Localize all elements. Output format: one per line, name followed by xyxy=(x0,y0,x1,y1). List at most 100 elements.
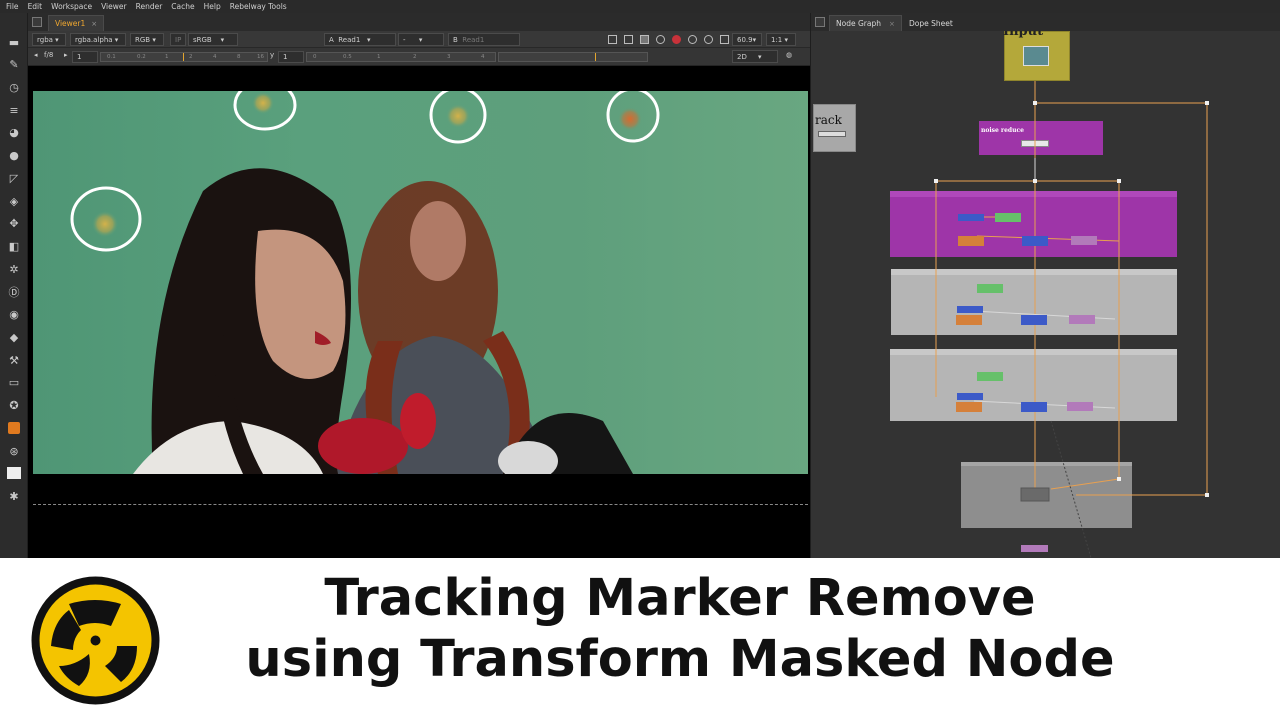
colorspace-dropdown[interactable]: sRGB ▾ xyxy=(188,33,238,46)
refresh-icon[interactable] xyxy=(688,35,697,44)
proxy-icon[interactable] xyxy=(624,35,633,44)
plugin-tool-icon[interactable]: ⊛ xyxy=(6,444,22,458)
menu-workspace[interactable]: Workspace xyxy=(51,2,92,11)
viewer-canvas[interactable] xyxy=(28,66,810,558)
gamma-tick: 2 xyxy=(413,54,417,60)
gain-tick: 1 xyxy=(165,54,169,60)
pane-menu-icon[interactable] xyxy=(815,17,825,27)
3d-tool-icon[interactable]: ◧ xyxy=(6,239,22,253)
roi-icon[interactable] xyxy=(608,35,617,44)
time-tool-icon[interactable]: ◷ xyxy=(6,80,22,94)
merge-tool-icon[interactable]: ◈ xyxy=(6,194,22,208)
fullscreen-icon[interactable] xyxy=(720,35,729,44)
fstop-label: f/8 xyxy=(44,51,54,59)
color-tool-icon[interactable]: ◕ xyxy=(6,125,22,139)
tab-dope-sheet[interactable]: Dope Sheet xyxy=(903,15,959,31)
cryptomatte-tool-icon[interactable]: ✱ xyxy=(6,489,22,503)
filter-tool-icon[interactable]: ● xyxy=(6,148,22,162)
gain-tick: 0.1 xyxy=(107,54,116,60)
alpha-channel-value: rgba.alpha xyxy=(75,35,113,44)
input-a-dropdown[interactable]: A Read1 ▾ xyxy=(324,33,396,46)
close-icon[interactable]: × xyxy=(91,20,97,28)
record-icon[interactable] xyxy=(672,35,681,44)
views-tool-icon[interactable]: ◉ xyxy=(6,307,22,321)
other-tool-icon[interactable]: ▭ xyxy=(6,375,22,389)
menu-edit[interactable]: Edit xyxy=(28,2,43,11)
tab-viewer1-label: Viewer1 xyxy=(55,19,86,28)
gamma-tick: 4 xyxy=(481,54,485,60)
tracking-marker xyxy=(92,211,118,237)
close-icon[interactable]: × xyxy=(889,20,895,28)
particles-tool-icon[interactable]: ✲ xyxy=(6,262,22,276)
gamma-slider[interactable]: 0 0.5 1 2 3 4 xyxy=(306,52,496,62)
metadata-tool-icon[interactable]: ◆ xyxy=(6,330,22,344)
channels-value: rgba xyxy=(37,35,53,44)
pause-icon[interactable] xyxy=(656,35,665,44)
tab-node-graph[interactable]: Node Graph × xyxy=(829,15,902,31)
pane-menu-icon[interactable] xyxy=(32,17,42,27)
input-b-dropdown[interactable]: B Read1 xyxy=(448,33,520,46)
gain-value: 1 xyxy=(77,53,82,61)
channels-dropdown[interactable]: rgba ▾ xyxy=(32,33,66,46)
node-connections xyxy=(934,81,1209,558)
channel-tool-icon[interactable]: ≡ xyxy=(6,103,22,117)
fstop-arrow-icon[interactable]: ▸ xyxy=(64,51,68,59)
gamma-value: 1 xyxy=(283,53,288,61)
menu-rebelway-tools[interactable]: Rebelway Tools xyxy=(230,2,287,11)
tab-node-graph-label: Node Graph xyxy=(836,19,881,28)
menu-viewer[interactable]: Viewer xyxy=(101,2,127,11)
gamma-tick: 0 xyxy=(313,54,317,60)
nuke-logo-icon xyxy=(31,576,160,705)
gamma-input[interactable]: 1 xyxy=(278,51,304,63)
format-boundary xyxy=(33,504,808,505)
toolsets-tool-icon[interactable]: ⚒ xyxy=(6,353,22,367)
title-line-1: Tracking Marker Remove xyxy=(324,569,1036,628)
menu-render[interactable]: Render xyxy=(136,2,163,11)
tab-viewer1[interactable]: Viewer1 × xyxy=(48,15,105,31)
nuke-window: File Edit Workspace Viewer Render Cache … xyxy=(0,0,1280,558)
gain-input[interactable]: 1 xyxy=(72,51,98,63)
gain-tick: 2 xyxy=(189,54,193,60)
gamma-tick: 0.5 xyxy=(343,54,352,60)
deep-tool-icon[interactable]: Ⓓ xyxy=(6,285,22,299)
gamma-label: y xyxy=(270,51,275,59)
gain-tick: 8 xyxy=(237,54,241,60)
gain-arrow-icon[interactable]: ◂ xyxy=(34,51,38,59)
timeline-slider[interactable] xyxy=(498,52,648,62)
viewer-controls-bottom: ◂ f/8 ▸ 1 0.1 0.2 1 2 4 8 16 y 1 0 0.5 1… xyxy=(28,48,810,66)
keyer-tool-icon[interactable]: ◸ xyxy=(6,171,22,185)
input-a-value: Read1 xyxy=(338,35,361,44)
compare-mode-value: - xyxy=(403,35,406,44)
gain-tick: 0.2 xyxy=(137,54,146,60)
ratio-dropdown[interactable]: 1:1 ▾ xyxy=(766,33,796,46)
view-mode-dropdown[interactable]: 2D ▾ xyxy=(732,50,778,63)
camera-icon[interactable]: ◍ xyxy=(786,51,792,59)
clip-warning-icon[interactable] xyxy=(640,35,649,44)
gain-marker xyxy=(183,53,184,61)
zoom-value: 60.9 xyxy=(737,35,753,44)
compare-mode-dropdown[interactable]: - ▾ xyxy=(398,33,444,46)
zoom-dropdown[interactable]: 60.9 ▾ xyxy=(732,33,762,46)
viewer-controls-top: rgba ▾ rgba.alpha ▾ RGB ▾ IP sRGB ▾ A Re… xyxy=(28,31,810,48)
menu-file[interactable]: File xyxy=(6,2,19,11)
title-banner: Tracking Marker Remove using Transform M… xyxy=(0,558,1280,720)
input-b-value: Read1 xyxy=(462,35,485,44)
gain-tick: 4 xyxy=(213,54,217,60)
nukex-tool-icon[interactable] xyxy=(6,421,22,435)
image-tool-icon[interactable]: ▬ xyxy=(6,35,22,49)
ip-toggle[interactable]: IP xyxy=(170,33,186,46)
target-icon[interactable] xyxy=(704,35,713,44)
menu-cache[interactable]: Cache xyxy=(171,2,194,11)
display-channels-dropdown[interactable]: RGB ▾ xyxy=(130,33,164,46)
input-a-label: A xyxy=(329,35,334,44)
node-graph-canvas[interactable]: Input rack noise reduce xyxy=(810,31,1280,558)
tracking-marker xyxy=(618,107,642,131)
tracking-marker xyxy=(252,92,274,114)
draw-tool-icon[interactable]: ✎ xyxy=(6,57,22,71)
gain-slider[interactable]: 0.1 0.2 1 2 4 8 16 xyxy=(100,52,268,62)
transform-tool-icon[interactable]: ✥ xyxy=(6,216,22,230)
dolby-tool-icon[interactable] xyxy=(6,466,22,480)
gizmo-tool-icon[interactable]: ✪ xyxy=(6,398,22,412)
alpha-channel-dropdown[interactable]: rgba.alpha ▾ xyxy=(70,33,126,46)
menu-help[interactable]: Help xyxy=(204,2,221,11)
